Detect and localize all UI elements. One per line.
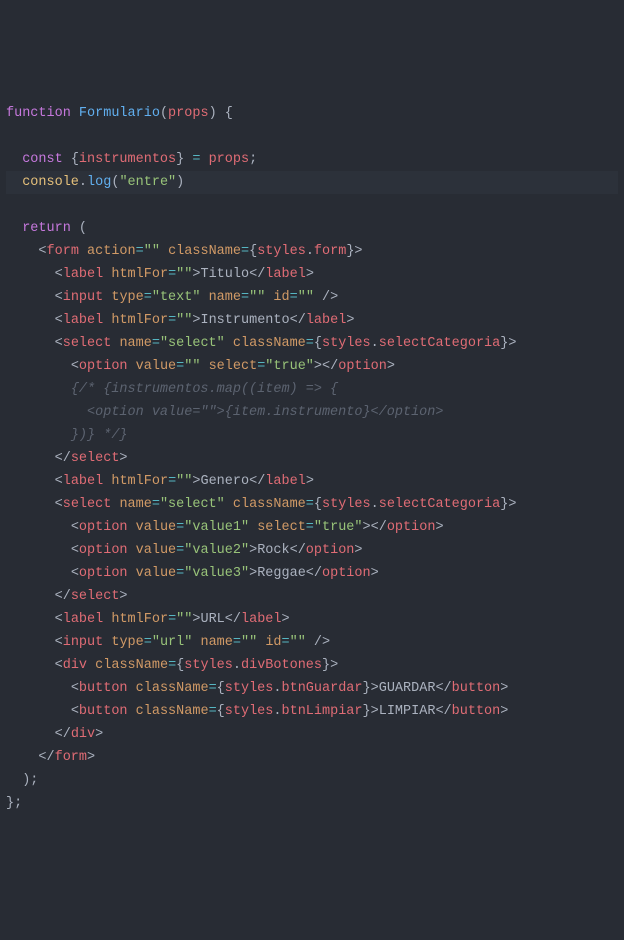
code-line: {/* {instrumentos.map((item) => { (6, 378, 618, 401)
code-line: <option value="" select="true"></option> (6, 355, 618, 378)
code-line: <label htmlFor="">URL</label> (6, 608, 618, 631)
code-line: <form action="" className={styles.form}> (6, 240, 618, 263)
code-block: function Formulario(props) { const {inst… (6, 102, 618, 815)
code-line: }; (6, 792, 618, 815)
code-line: <button className={styles.btnGuardar}>GU… (6, 677, 618, 700)
code-line (6, 194, 618, 217)
code-line: })} */} (6, 424, 618, 447)
code-line: </div> (6, 723, 618, 746)
code-line: return ( (6, 217, 618, 240)
code-line: <label htmlFor="">Instrumento</label> (6, 309, 618, 332)
code-line: console.log("entre") (6, 171, 618, 194)
code-line: <select name="select" className={styles.… (6, 493, 618, 516)
code-line: <option value="value3">Reggae</option> (6, 562, 618, 585)
code-line: function Formulario(props) { (6, 102, 618, 125)
code-line: <div className={styles.divBotones}> (6, 654, 618, 677)
code-line: <option value="value2">Rock</option> (6, 539, 618, 562)
code-line: ); (6, 769, 618, 792)
code-line: <button className={styles.btnLimpiar}>LI… (6, 700, 618, 723)
code-line: </select> (6, 585, 618, 608)
code-line: <label htmlFor="">Genero</label> (6, 470, 618, 493)
code-line: <option value="">{item.instrumento}</opt… (6, 401, 618, 424)
code-line: <input type="url" name="" id="" /> (6, 631, 618, 654)
code-line: <label htmlFor="">Titulo</label> (6, 263, 618, 286)
code-line: <select name="select" className={styles.… (6, 332, 618, 355)
code-line: const {instrumentos} = props; (6, 148, 618, 171)
code-line: </select> (6, 447, 618, 470)
code-line (6, 125, 618, 148)
code-line: <input type="text" name="" id="" /> (6, 286, 618, 309)
code-line: </form> (6, 746, 618, 769)
code-line: <option value="value1" select="true"></o… (6, 516, 618, 539)
